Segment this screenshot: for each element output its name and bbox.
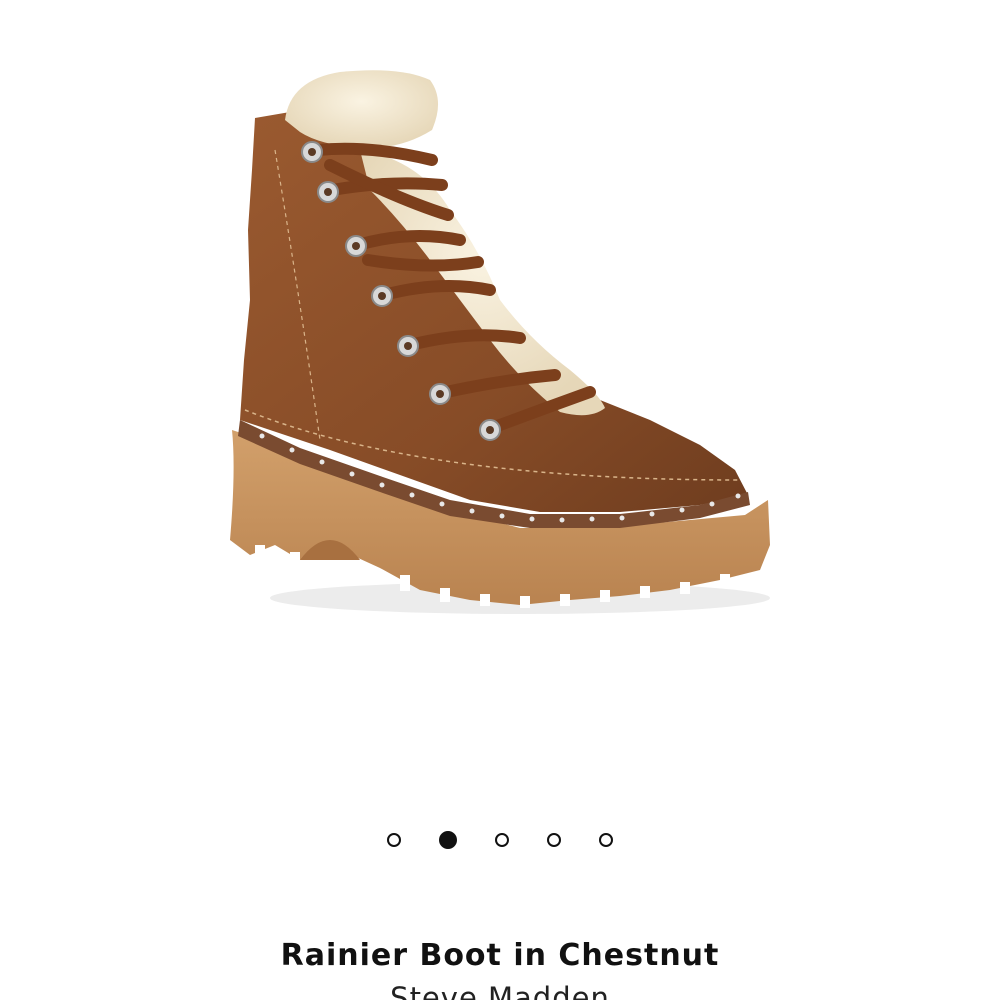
product-title: Rainier Boot in Chestnut (280, 938, 720, 973)
carousel-dots (0, 831, 1000, 851)
product-image[interactable] (0, 0, 1000, 800)
product-page: Rainier Boot in Chestnut Steve Madden (0, 0, 1000, 1000)
carousel-dot-5[interactable] (599, 833, 613, 847)
product-brand[interactable]: Steve Madden (0, 978, 1000, 1000)
carousel-dot-2-active[interactable] (439, 831, 457, 849)
carousel-dot-3[interactable] (495, 833, 509, 847)
carousel-dot-1[interactable] (387, 833, 401, 847)
carousel-dot-4[interactable] (547, 833, 561, 847)
